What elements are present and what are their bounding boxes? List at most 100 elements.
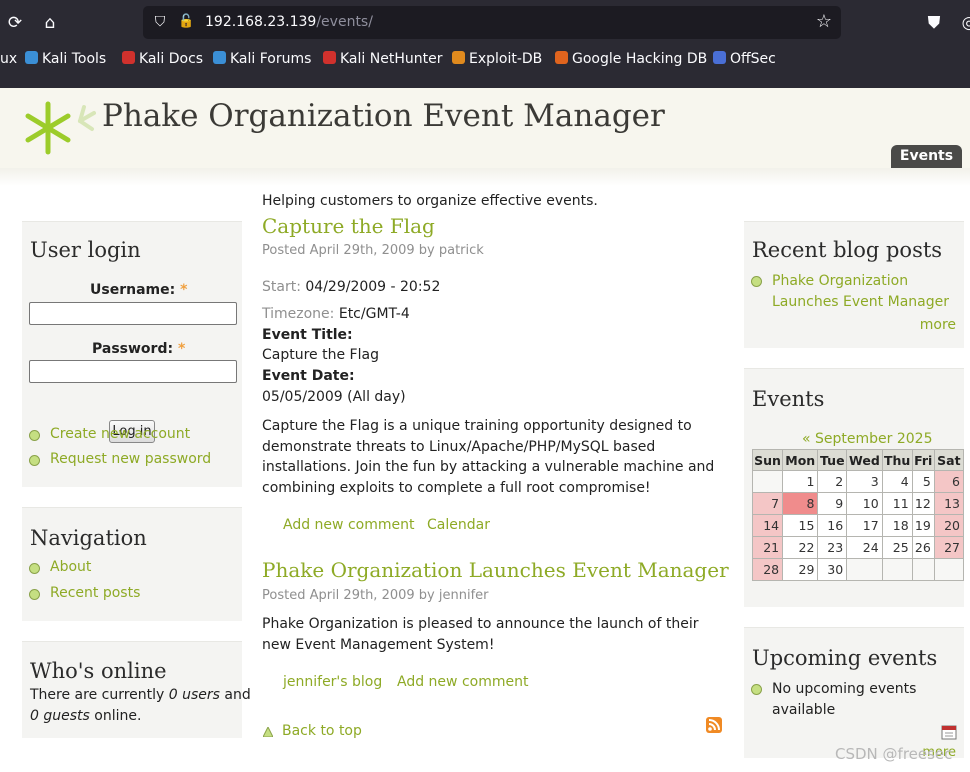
home-icon[interactable]: ⌂	[39, 12, 61, 34]
cal-day-header: Thu	[881, 449, 913, 471]
bookmark-google-hacking-db[interactable]: Google Hacking DB	[555, 51, 707, 67]
password-input[interactable]	[29, 360, 237, 383]
cal-day-cell: 14	[751, 514, 784, 537]
navigation-block: Navigation About Recent posts	[22, 507, 242, 621]
cal-day-cell: 19	[911, 514, 935, 537]
cal-day-cell: 22	[782, 536, 819, 559]
site-name[interactable]: Phake Organization Event Manager	[102, 98, 665, 134]
cal-day-cell: 17	[846, 514, 883, 537]
cal-day-cell: 23	[817, 536, 848, 559]
tab-events[interactable]: Events	[891, 145, 962, 168]
nav-recent-posts-link[interactable]: Recent posts	[50, 585, 140, 601]
bullet-icon	[29, 589, 40, 600]
add-comment-link[interactable]: Add new comment	[283, 517, 414, 533]
cal-day-cell: 30	[817, 558, 848, 581]
up-arrow-icon	[263, 727, 273, 737]
recent-blog-block: Recent blog posts Phake Organization Lau…	[744, 221, 964, 348]
post-meta: Posted April 29th, 2009 by patrick	[262, 243, 484, 258]
bullet-icon	[751, 276, 762, 287]
event-date-label: Event Date:	[262, 368, 355, 384]
account-icon[interactable]: ◎	[958, 12, 970, 34]
cal-day-cell: 12	[911, 492, 935, 515]
bookmark-kali-docs[interactable]: Kali Docs	[122, 51, 203, 67]
cal-day-cell: 3	[846, 470, 883, 493]
bullet-icon	[751, 684, 762, 695]
whos-online-title: Who's online	[30, 659, 167, 683]
shield-icon[interactable]: ⛉	[152, 13, 168, 31]
cal-day-cell: 6	[933, 470, 965, 493]
cal-day-cell	[911, 558, 935, 581]
event-start: Start: 04/29/2009 - 20:52	[262, 279, 441, 295]
cal-day-header: Sun	[751, 449, 784, 471]
back-to-top-link[interactable]: Back to top	[282, 723, 362, 739]
reload-icon[interactable]: ⟳	[4, 12, 26, 34]
cal-day-cell: 4	[881, 470, 913, 493]
bookmark-item[interactable]: ux	[0, 51, 17, 67]
bookmark-star-icon[interactable]: ☆	[813, 11, 835, 33]
watermark: CSDN @freesec	[835, 745, 953, 763]
event-title-value: Capture the Flag	[262, 347, 379, 363]
bookmark-kali-nethunter[interactable]: Kali NetHunter	[323, 51, 442, 67]
cal-day-cell: 13	[933, 492, 965, 515]
upcoming-events-text: No upcoming events available	[772, 681, 917, 718]
header-shadow	[0, 168, 970, 186]
url-text[interactable]: 192.168.23.139/events/	[205, 14, 373, 30]
cal-day-cell: 25	[881, 536, 913, 559]
pocket-icon[interactable]: ⛊	[923, 12, 945, 34]
cal-day-cell: 11	[881, 492, 913, 515]
recent-blog-item-link[interactable]: Phake Organization Launches Event Manage…	[772, 271, 952, 313]
cal-day-cell: 15	[782, 514, 819, 537]
kali-tools-icon	[25, 51, 38, 64]
post-title-launch[interactable]: Phake Organization Launches Event Manage…	[262, 558, 729, 582]
cal-day-cell: 1	[782, 470, 819, 493]
calendar-month-nav[interactable]: « September 2025	[802, 431, 932, 447]
recent-blog-more-link[interactable]: more	[920, 317, 956, 333]
whos-online-block: Who's online There are currently 0 users…	[22, 641, 251, 738]
recent-blog-title: Recent blog posts	[752, 238, 943, 262]
exploit-db-icon	[452, 51, 465, 64]
post-meta: Posted April 29th, 2009 by jennifer	[262, 588, 489, 603]
whos-online-line2: 0 guests online.	[30, 708, 142, 724]
ical-icon[interactable]	[941, 724, 957, 740]
cal-day-header: Sat	[933, 449, 965, 471]
site-header: Phake Organization Event Manager Events	[0, 88, 970, 169]
cal-day-header: Wed	[846, 449, 883, 471]
event-title-label: Event Title:	[262, 327, 353, 343]
navigation-title: Navigation	[30, 526, 147, 550]
kali-forums-icon	[213, 51, 226, 64]
cal-day-cell: 26	[911, 536, 935, 559]
request-password-link[interactable]: Request new password	[50, 451, 211, 467]
rss-feed-icon[interactable]	[706, 717, 722, 733]
cal-day-cell: 7	[751, 492, 784, 515]
bookmark-kali-tools[interactable]: Kali Tools	[25, 51, 106, 67]
cal-day-cell: 2	[817, 470, 848, 493]
username-input[interactable]	[29, 302, 237, 325]
nav-about-link[interactable]: About	[50, 559, 91, 575]
google-hacking-db-icon	[555, 51, 568, 64]
create-account-link[interactable]: Create new account	[50, 426, 190, 442]
bookmarks-toolbar: ux Kali Tools Kali Docs Kali Forums Kali…	[0, 46, 970, 72]
insecure-lock-icon[interactable]: 🔓	[178, 13, 194, 31]
kali-nethunter-icon	[323, 51, 336, 64]
calendar-link[interactable]: Calendar	[427, 517, 490, 533]
jennifer-blog-link[interactable]: jennifer's blog	[283, 674, 382, 690]
cal-day-header: Fri	[911, 449, 935, 471]
add-comment-link[interactable]: Add new comment	[397, 674, 528, 690]
user-login-title: User login	[30, 238, 141, 262]
post-title-capture-the-flag[interactable]: Capture the Flag	[262, 214, 435, 238]
upcoming-events-block: Upcoming events No upcoming events avail…	[744, 627, 964, 760]
bullet-icon	[29, 563, 40, 574]
bookmark-kali-forums[interactable]: Kali Forums	[213, 51, 311, 67]
cal-day-cell: 9	[817, 492, 848, 515]
address-bar[interactable]: ⛉ 🔓 192.168.23.139/events/ ☆	[143, 6, 841, 39]
bookmark-exploit-db[interactable]: Exploit-DB	[452, 51, 542, 67]
events-title: Events	[752, 387, 825, 411]
bullet-icon	[29, 430, 40, 441]
post-body: Phake Organization is pleased to announc…	[262, 616, 699, 653]
kali-docs-icon	[122, 51, 135, 64]
password-label: Password: *	[92, 341, 186, 357]
site-logo-icon[interactable]	[22, 99, 96, 157]
site-slogan: Helping customers to organize effective …	[262, 193, 598, 209]
cal-day-cell: 29	[782, 558, 819, 581]
bookmark-offsec[interactable]: OffSec	[713, 51, 776, 67]
